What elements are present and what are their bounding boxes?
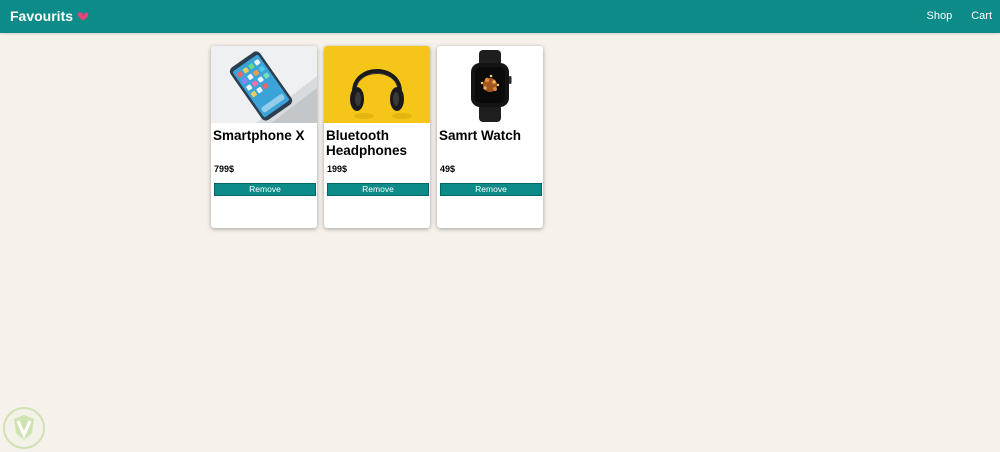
product-image-headphones [324,46,430,123]
brand-title: Favourits [10,8,74,24]
product-image-smartphone [211,46,317,123]
remove-button[interactable]: Remove [327,183,429,196]
brand-link[interactable]: Favourits [10,8,89,24]
nav-link-cart[interactable]: Cart [971,10,992,22]
nav-links: Shop Cart [927,10,992,22]
product-price: 799$ [214,164,235,174]
product-title: Bluetooth Headphones [326,128,408,158]
product-card: Samrt Watch 49$ Remove [437,46,543,228]
product-card: Bluetooth Headphones 199$ Remove [324,46,430,228]
favourites-list: Smartphone X 799$ Remove Bluetooth Headp… [211,46,543,228]
heart-icon [77,12,89,21]
product-price: 49$ [440,164,456,174]
product-title: Smartphone X [213,128,305,143]
remove-button[interactable]: Remove [214,183,316,196]
product-price: 199$ [327,164,348,174]
top-navbar: Favourits Shop Cart [0,0,1000,33]
product-title: Samrt Watch [439,128,522,143]
remove-button[interactable]: Remove [440,183,542,196]
watermark-logo [3,407,45,449]
product-card: Smartphone X 799$ Remove [211,46,317,228]
product-image-smartwatch [437,46,543,123]
nav-link-shop[interactable]: Shop [927,10,953,22]
